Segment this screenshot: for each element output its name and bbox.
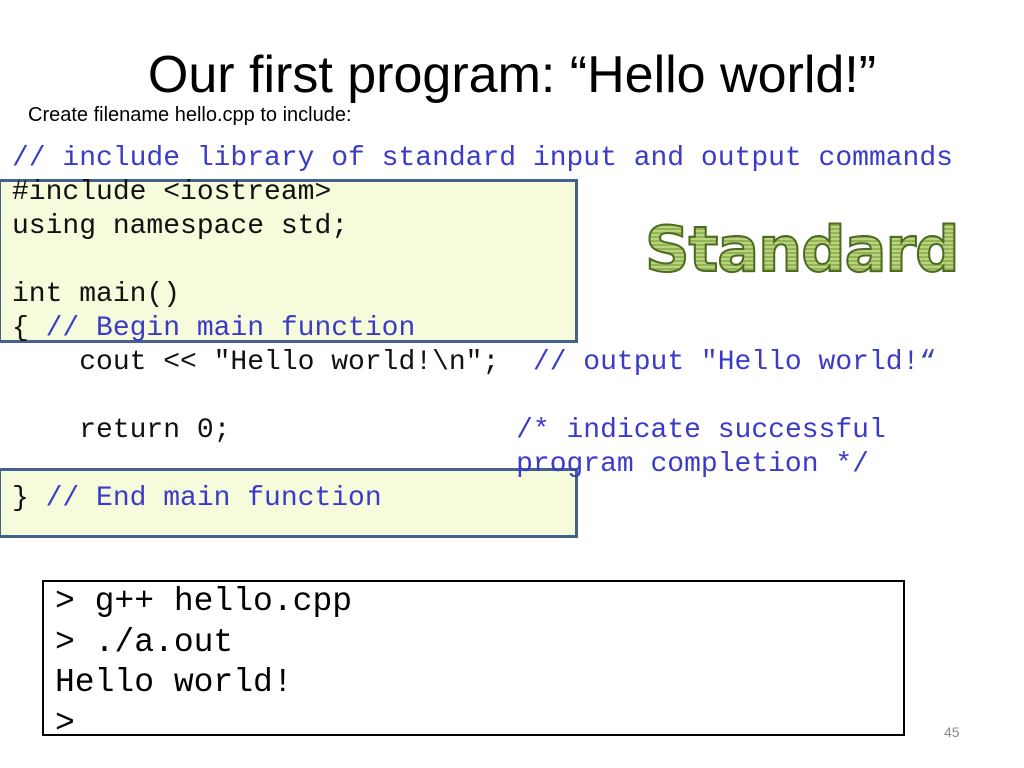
page-number: 45 bbox=[944, 724, 960, 740]
code-text: #include <iostream> bbox=[12, 177, 332, 208]
code-line: return 0; /* indicate successful bbox=[12, 414, 953, 448]
code-comment: /* indicate successful bbox=[516, 415, 886, 446]
slide-title: Our first program: “Hello world!” bbox=[147, 46, 877, 104]
code-comment: // output "Hello world!“ bbox=[532, 347, 937, 378]
code-line: #include <iostream> bbox=[12, 176, 953, 210]
terminal-line: Hello world! bbox=[55, 664, 293, 701]
code-comment: program completion */ bbox=[12, 449, 869, 480]
code-comment: // Begin main function bbox=[45, 313, 416, 344]
slide-subtitle: Create filename hello.cpp to include: bbox=[28, 104, 352, 126]
code-line: } // End main function bbox=[12, 482, 953, 516]
code-line: { // Begin main function bbox=[12, 312, 953, 346]
code-text: return 0; bbox=[12, 415, 517, 446]
code-text: cout << "Hello world!\n"; bbox=[12, 347, 533, 378]
code-text: } bbox=[12, 483, 46, 514]
terminal-line: > g++ hello.cpp bbox=[55, 583, 353, 620]
code-text: { bbox=[12, 313, 46, 344]
code-comment: // End main function bbox=[45, 483, 382, 514]
terminal-line: > bbox=[55, 704, 75, 742]
code-text: int main() bbox=[12, 279, 181, 310]
terminal-line: > ./a.out bbox=[55, 623, 234, 661]
code-comment: // include library of standard input and… bbox=[12, 143, 953, 174]
code-listing: // include library of standard input and… bbox=[12, 142, 953, 516]
terminal-output-box: > g++ hello.cpp > ./a.out Hello world! > bbox=[42, 580, 905, 742]
code-line: // include library of standard input and… bbox=[12, 142, 953, 176]
code-line: cout << "Hello world!\n"; // output "Hel… bbox=[12, 346, 953, 380]
standard-wordart: Standard bbox=[644, 210, 960, 290]
code-line: program completion */ bbox=[12, 448, 953, 482]
code-text: using namespace std; bbox=[12, 211, 349, 242]
